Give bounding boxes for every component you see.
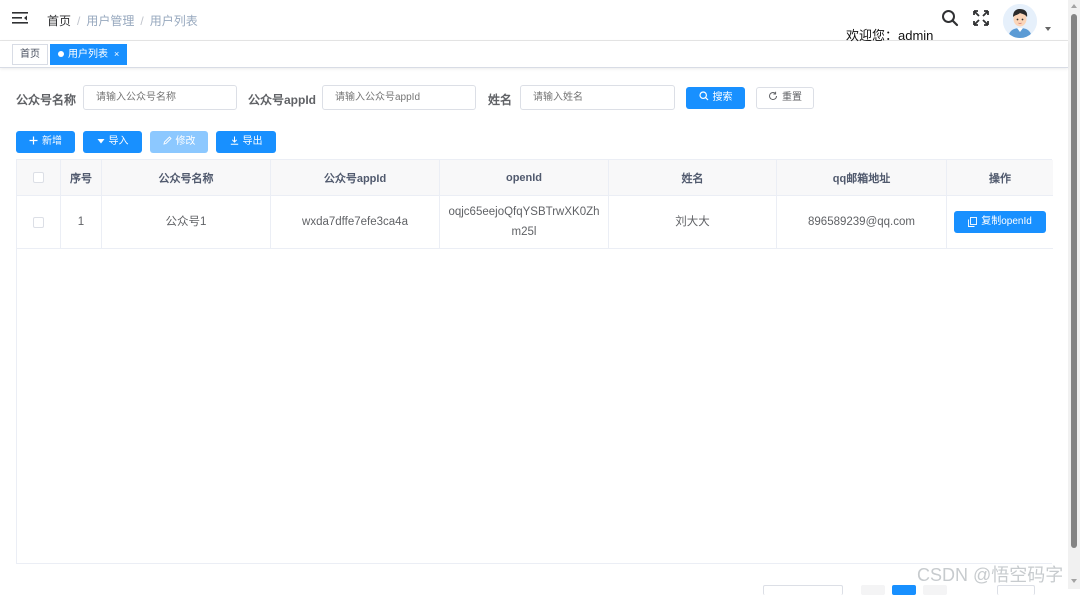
prev-page-button[interactable] (861, 585, 885, 595)
select-all-checkbox[interactable] (33, 172, 44, 183)
export-button[interactable]: 导出 (216, 131, 276, 153)
row-checkbox[interactable] (33, 216, 44, 228)
copy-openid-button[interactable]: 复制openId (954, 211, 1046, 233)
edit-icon (162, 136, 172, 145)
close-icon[interactable]: × (114, 49, 119, 59)
active-dot-icon (58, 51, 64, 57)
tag-home[interactable]: 首页 (12, 44, 48, 65)
tag-user-list[interactable]: 用户列表 × (50, 44, 128, 65)
tags-view: 首页 用户列表 × (0, 41, 1068, 68)
header-account-name: 公众号名称 (102, 160, 271, 195)
account-name-input[interactable] (83, 85, 237, 110)
breadcrumb: 首页 / 用户管理 / 用户列表 (47, 12, 198, 29)
header-actions: 操作 (989, 172, 1011, 185)
header-open-id: openId (440, 160, 609, 195)
cell-index: 1 (61, 196, 102, 248)
app-id-input[interactable] (322, 85, 476, 110)
breadcrumb-user-management: 用户管理 (86, 14, 135, 28)
page-size-select[interactable] (763, 585, 843, 595)
table-header: 序号 公众号名称 公众号appId openId 姓名 qq邮箱地址 操作 (17, 160, 1053, 196)
header-select-all (17, 160, 61, 195)
label-account-name: 公众号名称 (16, 93, 77, 107)
header-app-id: 公众号appId (271, 160, 440, 195)
table-row: 1 公众号1 wxda7dffe7efe3ca4a oqjc65eejoQfqY… (17, 196, 1053, 249)
copy-icon (968, 217, 978, 227)
edit-button-label: 修改 (175, 136, 196, 147)
refresh-icon (769, 91, 778, 101)
download-icon (230, 136, 238, 145)
header-name: 姓名 (609, 160, 777, 195)
user-table: 序号 公众号名称 公众号appId openId 姓名 qq邮箱地址 操作 1 … (16, 159, 1053, 564)
scrollbar-thumb[interactable] (1071, 14, 1077, 548)
name-input[interactable] (520, 85, 675, 110)
import-button[interactable]: 导入 (83, 131, 142, 153)
breadcrumb-separator: / (77, 14, 81, 28)
search-button-label: 搜索 (712, 92, 733, 103)
label-app-id: 公众号appId (248, 93, 316, 107)
cell-account-name: 公众号1 (102, 196, 271, 248)
cell-email: 896589239@qq.com (777, 196, 947, 248)
breadcrumb-user-list: 用户列表 (149, 14, 198, 28)
caret-down-icon (97, 139, 104, 144)
cell-app-id: wxda7dffe7efe3ca4a (271, 196, 440, 248)
plus-icon (29, 136, 38, 145)
tag-label: 用户列表 (68, 49, 108, 60)
export-button-label: 导出 (242, 136, 263, 147)
add-button[interactable]: 新增 (16, 131, 75, 153)
cell-open-id: oqjc65eejoQfqYSBTrwXK0Zhm25l (440, 196, 609, 248)
avatar[interactable] (1003, 4, 1037, 38)
search-button[interactable]: 搜索 (686, 87, 745, 109)
header-email: qq邮箱地址 (777, 160, 947, 195)
breadcrumb-separator: / (140, 14, 144, 28)
cell-name: 刘大大 (609, 196, 777, 248)
header-index: 序号 (61, 160, 102, 195)
hamburger-icon[interactable] (12, 11, 28, 25)
page-number-current[interactable] (892, 585, 916, 595)
navbar: 首页 / 用户管理 / 用户列表 欢迎您：admin (0, 0, 1068, 43)
caret-down-icon[interactable] (1045, 27, 1051, 31)
reset-button[interactable]: 重置 (756, 87, 814, 109)
import-button-label: 导入 (108, 136, 129, 147)
search-icon (698, 91, 708, 101)
breadcrumb-home[interactable]: 首页 (47, 14, 71, 28)
tag-label: 首页 (20, 49, 40, 60)
cell-actions: 复制openId (947, 196, 1053, 248)
scroll-down-arrow-icon[interactable] (1071, 579, 1077, 583)
reset-button-label: 重置 (782, 92, 802, 103)
fullscreen-icon[interactable] (972, 9, 990, 27)
scroll-up-arrow-icon[interactable] (1071, 4, 1077, 8)
page-scrollbar[interactable] (1068, 0, 1080, 589)
search-icon[interactable] (941, 9, 959, 27)
label-name: 姓名 (488, 93, 513, 107)
row-select-cell (17, 196, 61, 248)
copy-openid-label: 复制openId (981, 216, 1032, 227)
edit-button[interactable]: 修改 (150, 131, 208, 153)
add-button-label: 新增 (42, 136, 62, 147)
watermark: CSDN @悟空码字 (917, 565, 1064, 585)
